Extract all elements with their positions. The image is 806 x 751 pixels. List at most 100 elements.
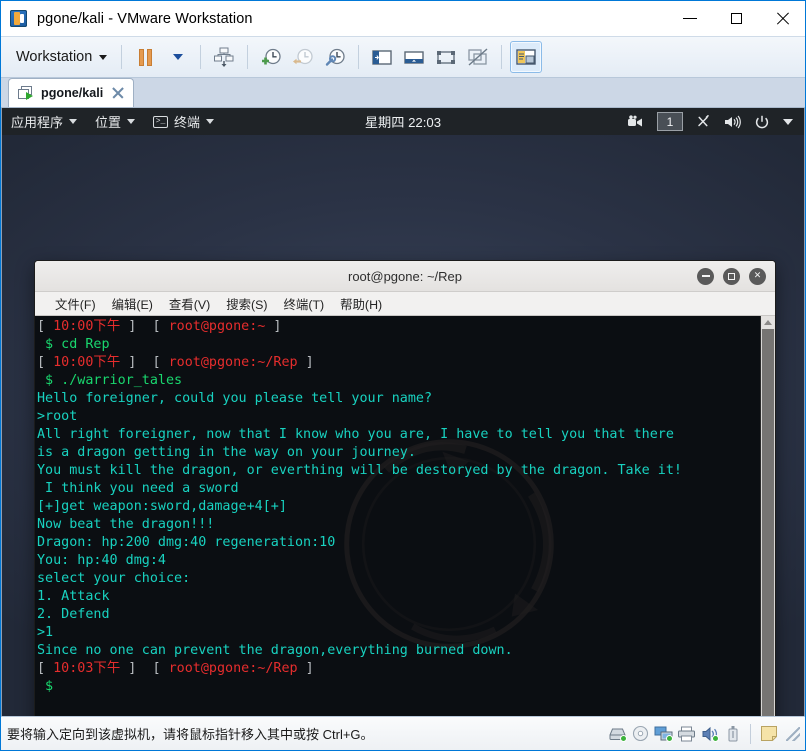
notes-icon[interactable] [758, 724, 779, 743]
terminal-menu[interactable]: >_ 终端 [144, 108, 223, 135]
terminal-text: root@pgone:~/Rep [168, 661, 298, 676]
places-menu[interactable]: 位置 [86, 108, 144, 135]
console-view-button[interactable] [510, 41, 543, 73]
panel-left-icon [372, 50, 392, 65]
statusbar-separator [750, 723, 751, 744]
close-icon: ✕ [753, 270, 762, 281]
close-button[interactable] [759, 1, 805, 36]
kali-top-panel: 应用程序 位置 >_ 终端 星期四 22:03 1 [2, 108, 804, 135]
terminal-window[interactable]: root@pgone: ~/Rep ✕ 文件(F) 编辑(E) 查看(V) 搜索… [34, 260, 776, 716]
show-library-button[interactable] [367, 42, 397, 72]
close-icon [775, 12, 789, 26]
workstation-menu-label: Workstation [16, 49, 93, 65]
power-icon[interactable] [748, 115, 776, 129]
minimize-icon [683, 18, 697, 19]
resize-grip-icon[interactable] [786, 726, 800, 741]
revert-snapshot-button[interactable] [288, 42, 318, 72]
terminal-close-button[interactable]: ✕ [749, 267, 766, 285]
network-adapter-icon[interactable] [653, 724, 674, 743]
terminal-line: [ 10:00下午 ] [ root@pgone:~ ] [37, 318, 760, 336]
enter-fullscreen-button[interactable] [431, 42, 461, 72]
terminal-text: [+]get weapon:sword,damage+4[+] [37, 499, 287, 514]
terminal-scrollbar[interactable] [760, 316, 775, 716]
chevron-down-icon[interactable] [776, 118, 800, 125]
menu-edit[interactable]: 编辑(E) [104, 293, 161, 315]
volume-icon[interactable] [717, 115, 748, 129]
menu-help[interactable]: 帮助(H) [332, 293, 390, 315]
unity-mode-button[interactable] [463, 42, 493, 72]
terminal-output[interactable]: [ 10:00下午 ] [ root@pgone:~ ] $ cd Rep [ 1… [35, 316, 760, 716]
terminal-body[interactable]: [ 10:00下午 ] [ root@pgone:~ ] $ cd Rep [ 1… [35, 316, 775, 716]
terminal-line: All right foreigner, now that I know who… [37, 426, 760, 444]
cd-dvd-icon[interactable] [630, 724, 651, 743]
terminal-text: Now beat the dragon!!! [37, 517, 215, 532]
terminal-titlebar[interactable]: root@pgone: ~/Rep ✕ [35, 261, 775, 292]
terminal-text: 2. Defend [37, 607, 110, 622]
terminal-maximize-button[interactable] [723, 267, 740, 285]
tab-pgone-kali[interactable]: pgone/kali [8, 78, 135, 107]
panel-bottom-icon [404, 51, 424, 64]
terminal-line: [ 10:03下午 ] [ root@pgone:~/Rep ] [37, 660, 760, 678]
connected-indicator [620, 735, 627, 742]
vm-tab-strip: pgone/kali [1, 78, 805, 108]
menu-search[interactable]: 搜索(S) [218, 293, 275, 315]
maximize-button[interactable] [713, 1, 759, 36]
menu-file[interactable]: 文件(F) [47, 293, 104, 315]
chevron-down-icon [127, 119, 136, 124]
vmware-workstation-window: pgone/kali - VMware Workstation Workstat… [0, 0, 806, 751]
bluetooth-icon[interactable] [689, 114, 717, 129]
snapshot-manager-button[interactable] [209, 42, 239, 72]
terminal-text: ] [ [120, 319, 169, 334]
terminal-window-controls: ✕ [697, 267, 766, 285]
toolbar-separator [121, 45, 123, 69]
guest-screen[interactable]: 应用程序 位置 >_ 终端 星期四 22:03 1 root@pgone: ~/… [1, 108, 805, 716]
terminal-text: ] [265, 319, 282, 334]
usb-icon[interactable] [722, 724, 743, 743]
terminal-menubar: 文件(F) 编辑(E) 查看(V) 搜索(S) 终端(T) 帮助(H) [35, 292, 775, 316]
window-titlebar: pgone/kali - VMware Workstation [1, 1, 805, 36]
take-snapshot-button[interactable] [256, 42, 286, 72]
applications-menu[interactable]: 应用程序 [2, 108, 86, 135]
clock-wrench-icon [326, 48, 345, 66]
pause-vm-button[interactable] [130, 42, 160, 72]
maximize-icon [728, 272, 735, 280]
screencast-icon[interactable] [620, 115, 651, 128]
scroll-up-button[interactable] [761, 316, 775, 329]
terminal-line: $ cd Rep [37, 336, 760, 354]
show-thumbnail-bar-button[interactable] [399, 42, 429, 72]
chevron-down-icon [99, 54, 108, 60]
terminal-menu-label: 终端 [174, 115, 201, 130]
menu-terminal[interactable]: 终端(T) [276, 293, 333, 315]
menu-view[interactable]: 查看(V) [161, 293, 218, 315]
terminal-line: Since no one can prevent the dragon,ever… [37, 642, 760, 660]
terminal-minimize-button[interactable] [697, 267, 714, 285]
close-icon[interactable] [111, 86, 125, 100]
chevron-down-icon [206, 119, 215, 124]
status-message: 要将输入定向到该虚拟机，请将鼠标指针移入其中或按 Ctrl+G。 [7, 727, 374, 742]
workspace-indicator[interactable]: 1 [657, 112, 683, 131]
terminal-text: 10:03下午 [53, 661, 121, 676]
scrollbar-thumb[interactable] [762, 329, 774, 716]
chevron-up-icon [764, 320, 772, 325]
terminal-line: Now beat the dragon!!! [37, 516, 760, 534]
applications-menu-label: 应用程序 [11, 115, 64, 130]
printer-icon[interactable] [676, 724, 697, 743]
toolbar-separator [358, 45, 360, 69]
hard-disk-icon[interactable] [607, 724, 628, 743]
console-view-icon [516, 49, 536, 65]
minimize-button[interactable] [667, 1, 713, 36]
terminal-line: 1. Attack [37, 588, 760, 606]
main-toolbar: Workstation [1, 36, 805, 78]
terminal-line: You must kill the dragon, or everthing w… [37, 462, 760, 480]
workstation-menu-button[interactable]: Workstation [9, 46, 114, 68]
terminal-icon: >_ [153, 115, 169, 128]
manage-snapshots-button[interactable] [320, 42, 350, 72]
places-menu-label: 位置 [95, 115, 122, 130]
terminal-line: 2. Defend [37, 606, 760, 624]
fullscreen-icon [437, 51, 456, 64]
terminal-text: is a dragon getting in the way on your j… [37, 445, 416, 460]
pause-dropdown-button[interactable] [162, 42, 192, 72]
connected-indicator [666, 735, 673, 742]
terminal-text: >root [37, 409, 78, 424]
sound-card-icon[interactable] [699, 724, 720, 743]
